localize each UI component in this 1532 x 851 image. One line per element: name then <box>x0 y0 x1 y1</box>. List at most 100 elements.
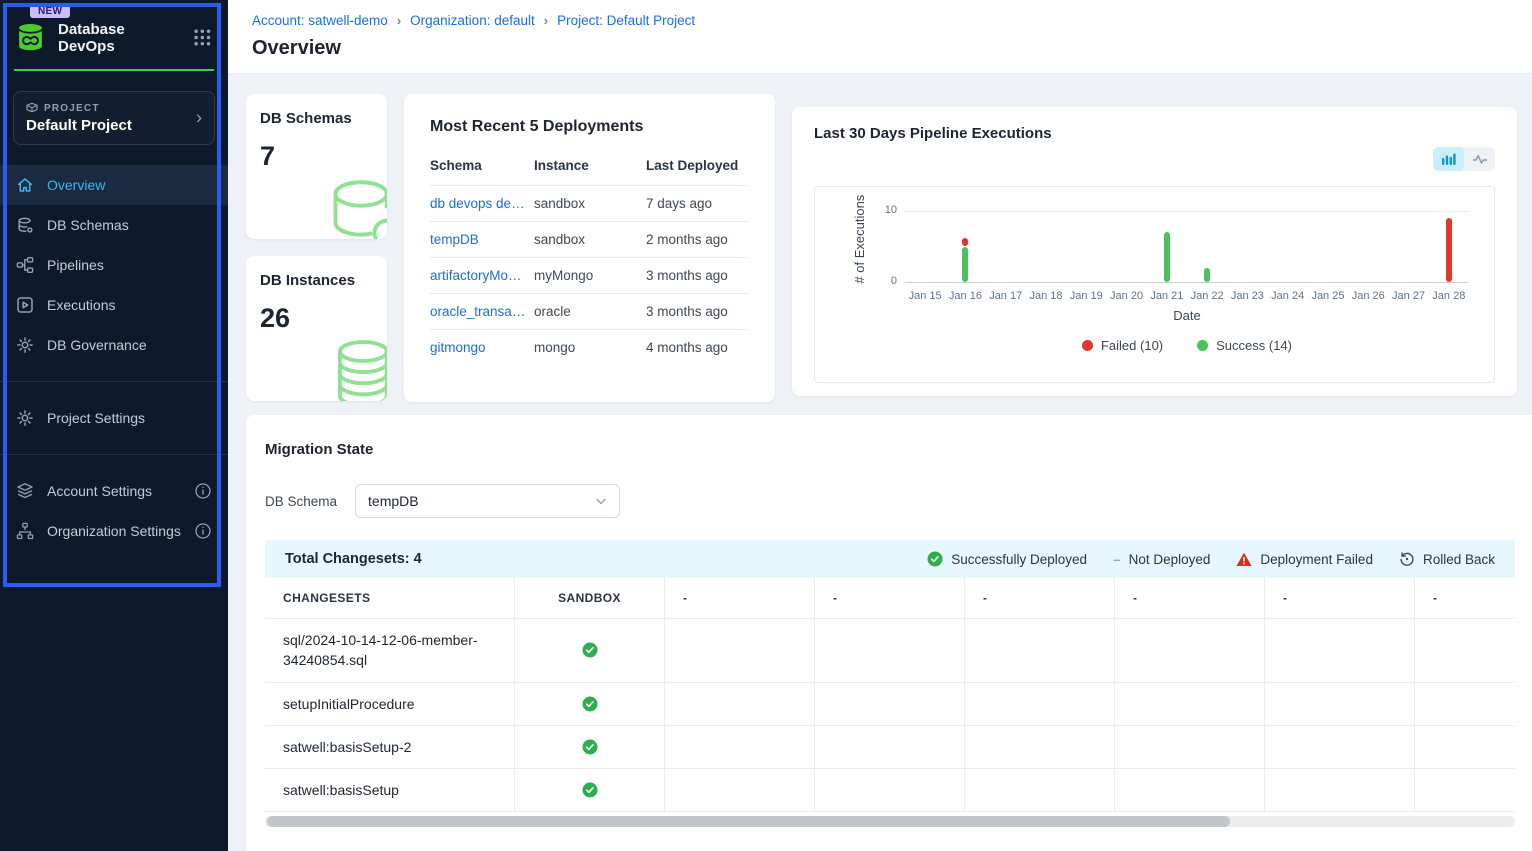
legend-dot <box>1082 340 1093 351</box>
chart-plot-area: # of Executions 10 0 Jan 15Jan 16Jan 17J… <box>814 186 1495 383</box>
database-stack-icon <box>321 337 387 401</box>
cube-icon <box>26 102 38 114</box>
changeset-empty-cell <box>965 769 1115 812</box>
changeset-empty-cell <box>665 683 815 726</box>
y-tick-0: 0 <box>871 275 897 287</box>
bar-chart-toggle[interactable] <box>1433 147 1464 171</box>
sidebar-item-label: Account Settings <box>47 483 152 499</box>
check-circle-icon <box>927 551 943 567</box>
x-tick-label: Jan 17 <box>986 290 1026 302</box>
sidebar-nav: Overview DB Schemas Pipelines Executions… <box>0 165 228 365</box>
changeset-empty-cell <box>815 619 965 683</box>
db-schema-select[interactable]: tempDB <box>355 484 620 518</box>
chart-bar-success <box>1204 268 1210 282</box>
home-icon <box>16 176 34 194</box>
changeset-empty-cell <box>1115 683 1265 726</box>
chart-title: Last 30 Days Pipeline Executions <box>814 125 1495 142</box>
pipeline-executions-card: Last 30 Days Pipeline Executions <box>792 107 1517 396</box>
check-circle-icon <box>582 782 598 798</box>
sidebar-item-organization-settings[interactable]: Organization Settings <box>0 511 228 551</box>
changeset-empty-cell <box>1265 619 1415 683</box>
project-selector[interactable]: PROJECT Default Project › <box>13 91 215 145</box>
changeset-status-cell <box>515 769 665 812</box>
changesets-column-header: - <box>1265 578 1415 619</box>
changeset-empty-cell <box>1265 683 1415 726</box>
x-tick-label: Jan 25 <box>1308 290 1348 302</box>
x-tick-label: Jan 26 <box>1348 290 1388 302</box>
scrollbar-thumb[interactable] <box>267 816 1230 827</box>
changesets-column-header: SANDBOX <box>515 578 665 619</box>
x-tick-label: Jan 21 <box>1147 290 1187 302</box>
changeset-empty-cell <box>1115 619 1265 683</box>
chart-legend-item[interactable]: Success (14) <box>1197 338 1292 353</box>
changesets-table-wrap: CHANGESETSSANDBOX------ sql/2024-10-14-1… <box>265 578 1515 812</box>
db-schemas-card: DB Schemas 7 <box>246 94 387 239</box>
database-outline-icon <box>321 175 387 239</box>
x-tick-label: Jan 27 <box>1388 290 1428 302</box>
db-schema-label: DB Schema <box>265 494 337 509</box>
changeset-empty-cell <box>1415 683 1515 726</box>
deployment-row: gitmongomongo4 months ago <box>430 330 749 365</box>
deployments-table: Schema Instance Last Deployed db devops … <box>430 152 749 365</box>
sidebar-item-label: Organization Settings <box>47 523 181 539</box>
legend-successfully-deployed: Successfully Deployed <box>927 551 1087 567</box>
sidebar-divider <box>0 381 228 382</box>
deployment-schema-link[interactable]: oracle_transact... <box>430 304 534 319</box>
deployment-schema-link[interactable]: tempDB <box>430 232 534 247</box>
deployment-schema-link[interactable]: db devops demo <box>430 196 534 211</box>
x-tick-label: Jan 19 <box>1066 290 1106 302</box>
changesets-column-header: - <box>1115 578 1265 619</box>
chart-column <box>945 187 985 282</box>
x-axis-label: Date <box>905 308 1469 323</box>
sidebar-item-pipelines[interactable]: Pipelines <box>0 245 228 285</box>
info-icon[interactable] <box>194 522 212 540</box>
changeset-empty-cell <box>815 769 965 812</box>
breadcrumb-organization-link[interactable]: Organization: default <box>410 13 535 28</box>
changesets-header-row: CHANGESETSSANDBOX------ <box>265 578 1515 619</box>
chevron-right-icon: › <box>196 108 202 129</box>
changeset-empty-cell <box>1115 769 1265 812</box>
x-tick-label: Jan 18 <box>1026 290 1066 302</box>
changeset-empty-cell <box>665 726 815 769</box>
chart-x-labels: Jan 15Jan 16Jan 17Jan 18Jan 19Jan 20Jan … <box>905 290 1469 302</box>
x-axis-line <box>905 282 1469 283</box>
chart-legend-item[interactable]: Failed (10) <box>1082 338 1163 353</box>
changesets-column-header: - <box>965 578 1115 619</box>
deployment-schema-link[interactable]: artifactoryMongo <box>430 268 534 283</box>
chart-column <box>1268 187 1308 282</box>
changeset-empty-cell <box>1415 619 1515 683</box>
deployments-table-body: db devops demosandbox7 days agotempDBsan… <box>430 186 749 365</box>
sidebar-item-account-settings[interactable]: Account Settings <box>0 471 228 511</box>
changeset-name: setupInitialProcedure <box>265 683 515 726</box>
sidebar-item-db-governance[interactable]: DB Governance <box>0 325 228 365</box>
chart-column <box>986 187 1026 282</box>
line-chart-toggle[interactable] <box>1464 147 1495 171</box>
project-label: PROJECT <box>44 103 100 114</box>
breadcrumb-account-link[interactable]: Account: satwell-demo <box>252 13 388 28</box>
changeset-empty-cell <box>1415 726 1515 769</box>
info-icon[interactable] <box>194 482 212 500</box>
chevron-right-icon: › <box>544 13 548 28</box>
changeset-name: satwell:basisSetup <box>265 769 515 812</box>
breadcrumb-project-link[interactable]: Project: Default Project <box>557 13 695 28</box>
deployment-schema-link[interactable]: gitmongo <box>430 340 534 355</box>
sidebar-item-executions[interactable]: Executions <box>0 285 228 325</box>
deployment-instance: myMongo <box>534 268 646 283</box>
sidebar-item-overview[interactable]: Overview <box>0 165 228 205</box>
sidebar-item-db-schemas[interactable]: DB Schemas <box>0 205 228 245</box>
changeset-name: sql/2024-10-14-12-06-member-34240854.sql <box>265 619 515 683</box>
changeset-empty-cell <box>1415 769 1515 812</box>
legend-label: Successfully Deployed <box>951 552 1087 567</box>
chart-bar-success <box>962 247 968 283</box>
check-circle-icon <box>582 696 598 712</box>
chart-column <box>1388 187 1428 282</box>
changeset-status-cell <box>515 726 665 769</box>
app-logo-icon <box>13 20 48 55</box>
apps-grid-icon[interactable] <box>193 28 212 47</box>
sidebar-item-project-settings[interactable]: Project Settings <box>0 398 228 438</box>
deployment-instance: sandbox <box>534 196 646 211</box>
gear-icon <box>16 409 34 427</box>
changesets-column-header: - <box>1415 578 1515 619</box>
chart-column <box>1348 187 1388 282</box>
deployment-instance: mongo <box>534 340 646 355</box>
